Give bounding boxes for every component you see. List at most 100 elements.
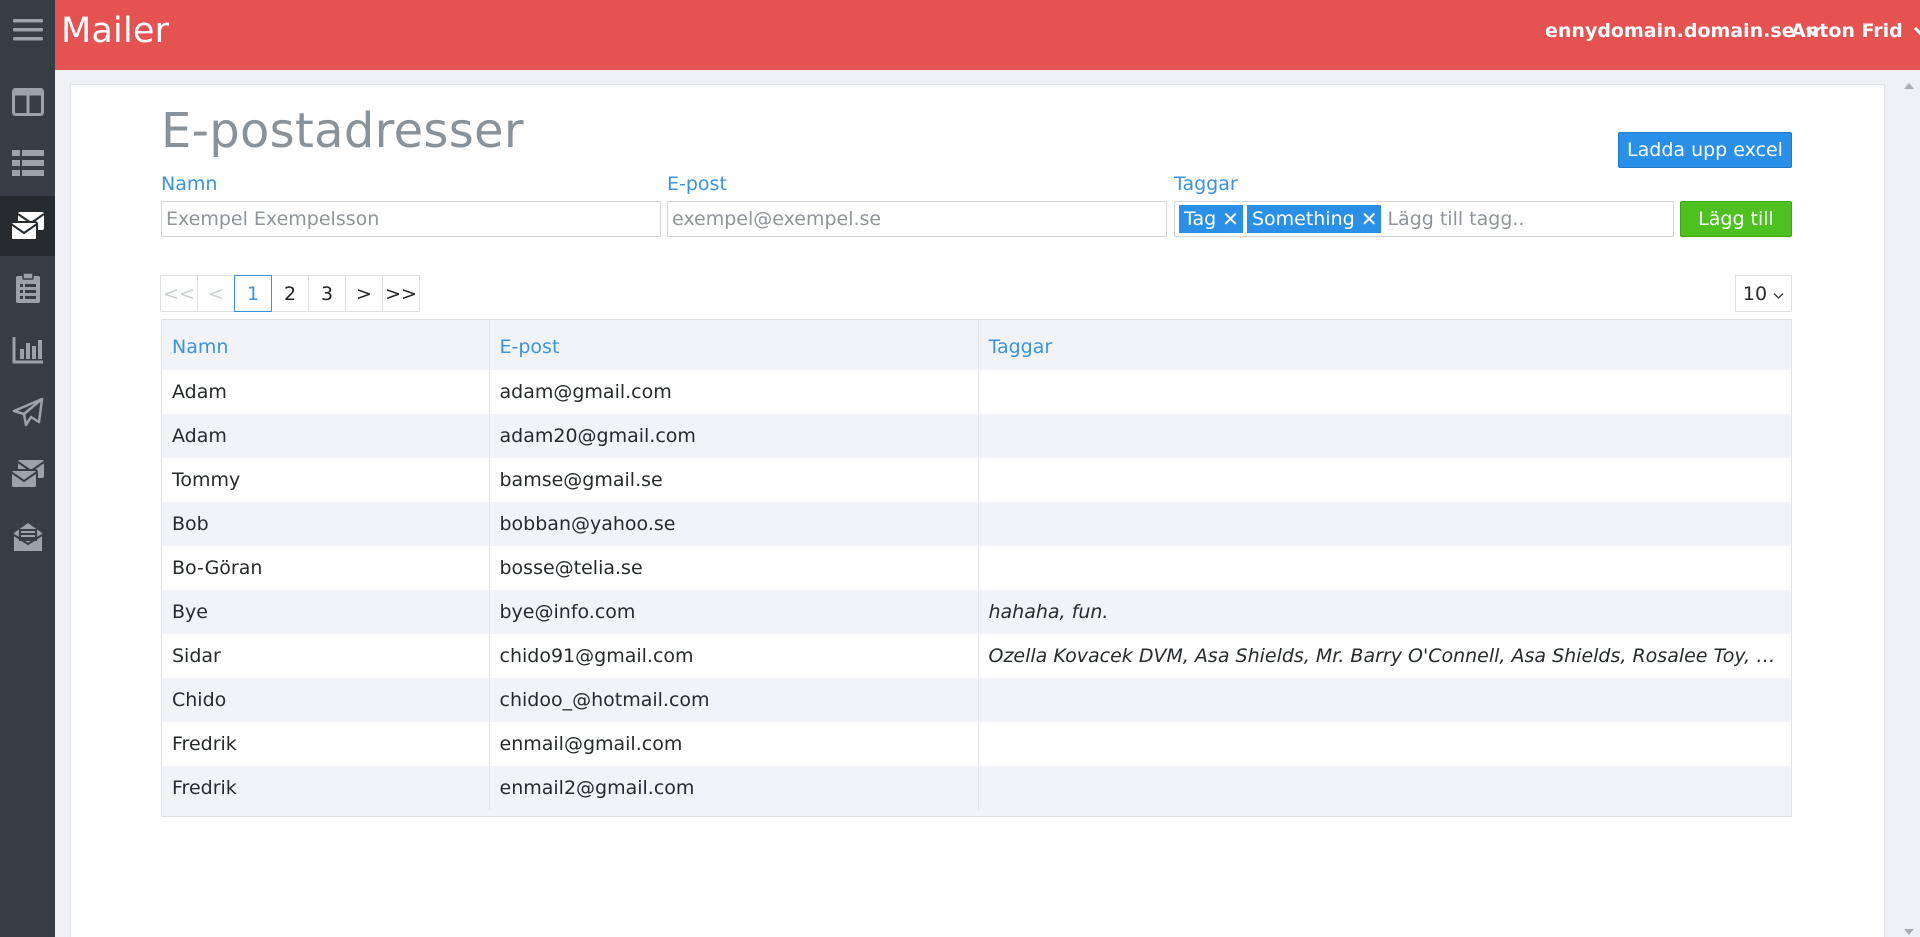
- sidebar-item-send[interactable]: [0, 382, 55, 442]
- mailing-list-icon: [9, 211, 46, 241]
- menu-toggle-button[interactable]: [0, 0, 55, 60]
- cell-name: Tommy: [162, 458, 490, 502]
- sidebar-item-mailings[interactable]: [0, 444, 55, 504]
- table-row[interactable]: Tommy bamse@gmail.se: [162, 458, 1791, 502]
- cell-tags: [978, 502, 1791, 546]
- table-row[interactable]: Bye bye@info.com hahaha, fun.: [162, 590, 1791, 634]
- cell-name: Sidar: [162, 634, 490, 678]
- per-page-value: 10: [1742, 282, 1768, 305]
- cell-email: chidoo_@hotmail.com: [489, 678, 979, 722]
- cell-tags: [978, 458, 1791, 502]
- column-header-tags[interactable]: Taggar: [978, 320, 1791, 370]
- cell-name: Bye: [162, 590, 490, 634]
- prev-page-button[interactable]: <: [197, 275, 235, 312]
- column-header-name[interactable]: Namn: [162, 320, 490, 370]
- table-row[interactable]: Adam adam20@gmail.com: [162, 414, 1791, 458]
- next-page-button[interactable]: >: [345, 275, 383, 312]
- page-button-3[interactable]: 3: [308, 275, 346, 312]
- sidebar-item-dashboard[interactable]: [0, 72, 55, 132]
- tag-chip: Something ✕: [1246, 205, 1382, 233]
- table-row[interactable]: Adam adam@gmail.com: [162, 370, 1791, 414]
- page-title: E-postadresser: [161, 103, 524, 159]
- cell-email: bamse@gmail.se: [489, 458, 979, 502]
- user-dropdown[interactable]: Anton Frid: [1791, 20, 1920, 42]
- tag-chip-label: Something: [1251, 208, 1355, 230]
- scroll-down-arrow[interactable]: [1903, 922, 1915, 935]
- tag-chip: Tag ✕: [1179, 205, 1243, 233]
- email-input[interactable]: [667, 201, 1167, 237]
- upload-excel-button[interactable]: Ladda upp excel: [1618, 132, 1792, 168]
- page-button-1[interactable]: 1: [234, 275, 272, 312]
- table-row[interactable]: Fredrik enmail@gmail.com: [162, 722, 1791, 766]
- scroll-up-arrow[interactable]: [1903, 76, 1915, 89]
- table-row[interactable]: Bob bobban@yahoo.se: [162, 502, 1791, 546]
- cell-name: Adam: [162, 370, 490, 414]
- menu-icon: [12, 17, 43, 43]
- table-row[interactable]: Bo-Göran bosse@telia.se: [162, 546, 1791, 590]
- bar-chart-icon: [12, 336, 44, 364]
- list-icon: [11, 149, 44, 177]
- last-page-button[interactable]: >>: [382, 275, 420, 312]
- per-page-select[interactable]: 10: [1735, 275, 1792, 312]
- cell-tags: [978, 678, 1791, 722]
- remove-tag-icon[interactable]: ✕: [1222, 207, 1239, 231]
- email-label: E-post: [667, 173, 727, 195]
- table-row[interactable]: Fredrik enmail2@gmail.com: [162, 766, 1791, 810]
- table-header-row: Namn E-post Taggar: [162, 320, 1791, 370]
- user-name: Anton Frid: [1791, 20, 1903, 42]
- cell-tags: [978, 414, 1791, 458]
- cell-tags: [978, 766, 1791, 810]
- tag-chip-label: Tag: [1184, 208, 1217, 230]
- add-button[interactable]: Lägg till: [1680, 201, 1792, 237]
- tag-input[interactable]: [1385, 208, 1673, 230]
- sidebar-item-templates[interactable]: [0, 507, 55, 567]
- sidebar: [0, 0, 55, 937]
- chevron-down-icon: [1773, 283, 1784, 305]
- chevron-down-icon: [1913, 20, 1920, 42]
- cell-email: bobban@yahoo.se: [489, 502, 979, 546]
- cell-name: Bo-Göran: [162, 546, 490, 590]
- cell-tags: [978, 722, 1791, 766]
- cell-email: chido91@gmail.com: [489, 634, 979, 678]
- cell-tags: [978, 370, 1791, 414]
- name-input[interactable]: [161, 201, 661, 237]
- clipboard-icon: [15, 272, 41, 304]
- tags-input-box[interactable]: Tag ✕ Something ✕: [1174, 201, 1674, 237]
- app-title: Mailer: [61, 11, 170, 51]
- cell-tags: hahaha, fun.: [978, 590, 1791, 634]
- tags-label: Taggar: [1174, 173, 1238, 195]
- cell-email: adam20@gmail.com: [489, 414, 979, 458]
- cell-email: bosse@telia.se: [489, 546, 979, 590]
- dashboard-icon: [11, 88, 44, 116]
- pagination: << < 1 2 3 > >>: [160, 275, 420, 312]
- domain-dropdown[interactable]: ennydomain.domain.se: [1545, 20, 1821, 42]
- sidebar-item-clipboard[interactable]: [0, 258, 55, 318]
- cell-email: enmail@gmail.com: [489, 722, 979, 766]
- column-header-email[interactable]: E-post: [489, 320, 979, 370]
- remove-tag-icon[interactable]: ✕: [1361, 207, 1378, 231]
- cell-name: Chido: [162, 678, 490, 722]
- table-row[interactable]: Sidar chido91@gmail.com Ozella Kovacek D…: [162, 634, 1791, 678]
- paper-plane-icon: [12, 397, 44, 427]
- table-row[interactable]: Chido chidoo_@hotmail.com: [162, 678, 1791, 722]
- first-page-button[interactable]: <<: [160, 275, 198, 312]
- mail-stack-icon: [9, 459, 46, 489]
- cell-name: Fredrik: [162, 766, 490, 810]
- email-table: Namn E-post Taggar Adam adam@gmail.com A…: [161, 319, 1792, 817]
- top-bar: Mailer ennydomain.domain.se Anton Frid: [55, 0, 1920, 70]
- cell-name: Bob: [162, 502, 490, 546]
- cell-tags: [978, 546, 1791, 590]
- sidebar-item-list[interactable]: [0, 133, 55, 193]
- cell-email: bye@info.com: [489, 590, 979, 634]
- envelope-open-icon: [12, 521, 44, 553]
- cell-email: adam@gmail.com: [489, 370, 979, 414]
- name-label: Namn: [161, 173, 218, 195]
- sidebar-item-statistics[interactable]: [0, 320, 55, 380]
- sidebar-item-email-addresses[interactable]: [0, 196, 55, 256]
- domain-label: ennydomain.domain.se: [1545, 20, 1795, 42]
- cell-tags: Ozella Kovacek DVM, Asa Shields, Mr. Bar…: [978, 634, 1791, 678]
- cell-name: Adam: [162, 414, 490, 458]
- cell-name: Fredrik: [162, 722, 490, 766]
- cell-email: enmail2@gmail.com: [489, 766, 979, 810]
- page-button-2[interactable]: 2: [271, 275, 309, 312]
